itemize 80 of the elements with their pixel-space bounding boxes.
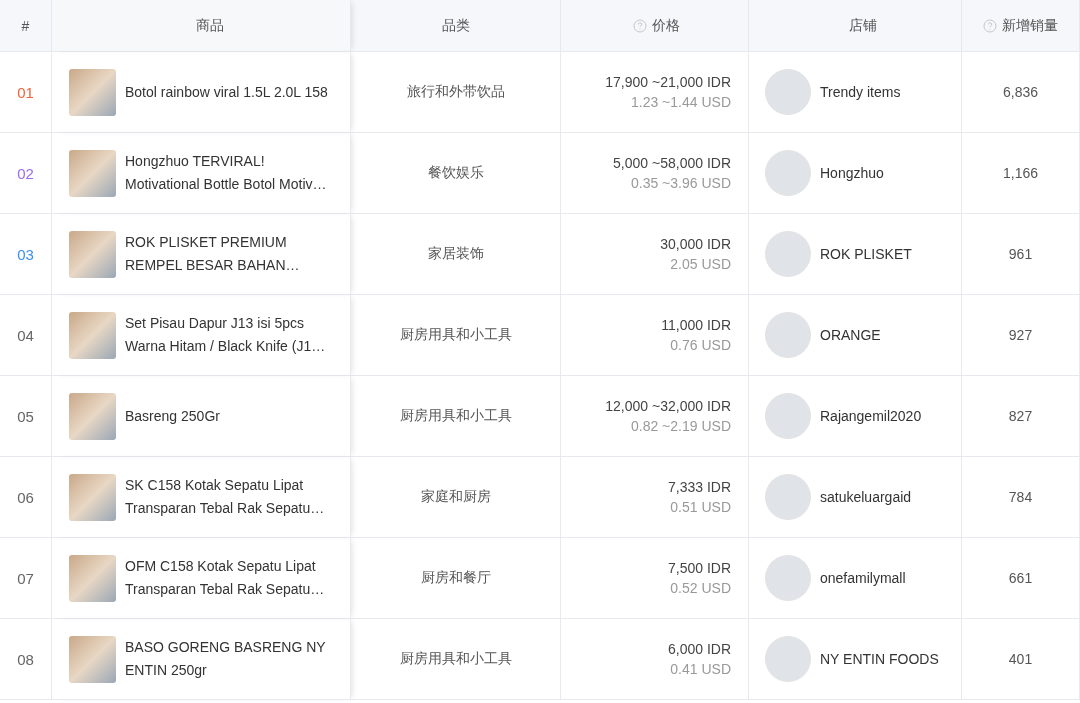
price-usd: 0.35 ~3.96 USD: [631, 175, 731, 191]
column-header: 商品: [52, 0, 351, 52]
price-usd: 0.82 ~2.19 USD: [631, 418, 731, 434]
rank-number: 05: [17, 407, 34, 425]
category-text: 厨房用具和小工具: [399, 407, 512, 425]
shop-logo-placeholder: [765, 636, 811, 682]
rank-number: 07: [17, 569, 34, 587]
price-usd: 0.41 USD: [670, 661, 731, 677]
sales-count: 6,836: [1002, 84, 1038, 100]
shop-name[interactable]: satukeluargaid: [820, 489, 912, 505]
shop-logo-placeholder: [765, 69, 811, 115]
shop-name[interactable]: ROK PLISKET: [820, 246, 912, 262]
price-idr: 7,333 IDR: [667, 479, 731, 495]
shop-name[interactable]: onefamilymall: [820, 570, 906, 586]
shop-logo-placeholder: [765, 474, 811, 520]
sales-count: 401: [1008, 651, 1033, 667]
category-text: 家居装饰: [427, 245, 484, 263]
shop-name[interactable]: Rajangemil2020: [820, 408, 922, 424]
product-photo-placeholder: [69, 554, 116, 602]
column-header: 新增销量: [962, 0, 1080, 52]
rank-number: 01: [17, 83, 34, 101]
product-photo-placeholder: [69, 230, 116, 278]
product-photo-placeholder: [69, 311, 116, 359]
product-name[interactable]: Basreng 250Gr: [125, 404, 340, 428]
price-usd: 2.05 USD: [670, 256, 731, 272]
shop-name[interactable]: Hongzhuo: [820, 165, 884, 181]
column-header: 价格: [561, 0, 749, 52]
price-idr: 30,000 IDR: [660, 236, 731, 252]
help-icon[interactable]: [983, 18, 997, 33]
shop-logo-placeholder: [765, 393, 811, 439]
product-name[interactable]: SK C158 Kotak Sepatu Lipat Transparan Tebal Rak Sepatu…: [125, 474, 340, 520]
price-idr: 11,000 IDR: [661, 317, 731, 333]
product-photo-placeholder: [69, 68, 116, 116]
price-idr: 7,500 IDR: [667, 560, 731, 576]
category-text: 旅行和外带饮品: [406, 83, 505, 101]
sales-count: 784: [1008, 489, 1033, 505]
shop-logo-placeholder: [765, 312, 811, 358]
price-usd: 0.51 USD: [670, 499, 731, 515]
price-idr: 5,000 ~58,000 IDR: [613, 155, 731, 171]
shop-logo-placeholder: [765, 231, 811, 277]
shop-name[interactable]: NY ENTIN FOODS: [820, 651, 939, 667]
category-text: 餐饮娱乐: [427, 164, 484, 182]
price-usd: 0.52 USD: [670, 580, 731, 596]
product-name[interactable]: ROK PLISKET PREMIUM REMPEL BESAR BAHAN…: [125, 231, 340, 277]
price-idr: 17,900 ~21,000 IDR: [605, 74, 731, 90]
product-photo-placeholder: [69, 635, 116, 683]
product-name[interactable]: OFM C158 Kotak Sepatu Lipat Transparan Tebal Rak Sepatu…: [125, 555, 340, 601]
price-usd: 0.76 USD: [670, 337, 731, 353]
price-idr: 12,000 ~32,000 IDR: [605, 398, 731, 414]
column-header: #: [0, 0, 52, 52]
product-name[interactable]: Botol rainbow viral 1.5L 2.0L 158: [125, 80, 340, 104]
sales-count: 1,166: [1002, 165, 1038, 181]
product-name[interactable]: BASO GORENG BASRENG NY ENTIN 250gr: [125, 636, 340, 682]
product-photo-placeholder: [69, 149, 116, 197]
rank-number: 04: [17, 326, 34, 344]
column-header: 店铺: [749, 0, 962, 52]
column-header: 品类: [351, 0, 561, 52]
shop-logo-placeholder: [765, 555, 811, 601]
help-icon[interactable]: [633, 18, 647, 33]
product-photo-placeholder: [69, 473, 116, 521]
category-text: 家庭和厨房: [420, 488, 491, 506]
rank-number: 08: [17, 650, 34, 668]
product-photo-placeholder: [69, 392, 116, 440]
price-idr: 6,000 IDR: [667, 641, 731, 657]
category-text: 厨房用具和小工具: [399, 650, 512, 668]
sales-count: 827: [1008, 408, 1033, 424]
price-usd: 1.23 ~1.44 USD: [631, 94, 731, 110]
rank-number: 03: [17, 245, 34, 263]
shop-logo-placeholder: [765, 150, 811, 196]
shop-name[interactable]: ORANGE: [820, 327, 881, 343]
shop-name[interactable]: Trendy items: [820, 84, 901, 100]
sales-count: 961: [1008, 246, 1033, 262]
category-text: 厨房用具和小工具: [399, 326, 512, 344]
product-name[interactable]: Hongzhuo TERVIRAL! Motivational Bottle Botol Motiv…: [125, 150, 340, 196]
rank-number: 06: [17, 488, 34, 506]
product-name[interactable]: Set Pisau Dapur J13 isi 5pcs Warna Hitam / Black Knife (J1…: [125, 312, 340, 358]
category-text: 厨房和餐厅: [420, 569, 491, 587]
sales-count: 927: [1008, 327, 1033, 343]
sales-count: 661: [1008, 570, 1033, 586]
rank-number: 02: [17, 164, 34, 182]
